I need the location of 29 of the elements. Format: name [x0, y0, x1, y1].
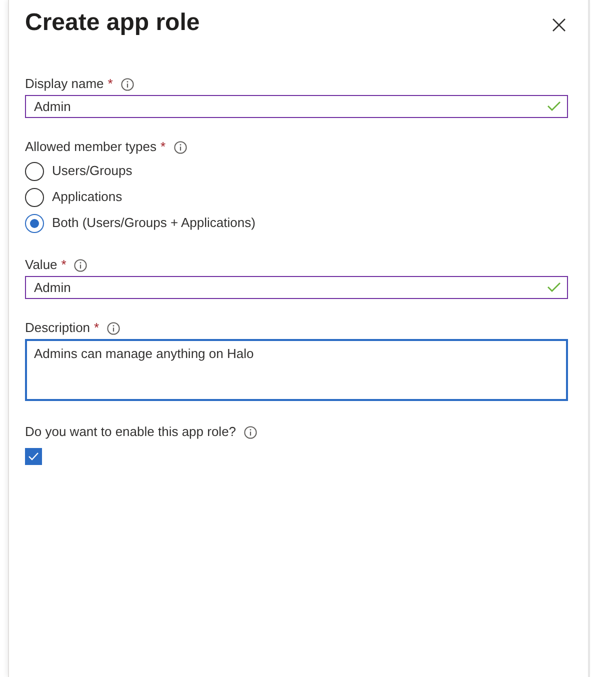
panel-title: Create app role: [25, 8, 200, 38]
required-mark: *: [108, 75, 113, 94]
field-label: Display name: [25, 75, 104, 93]
question-text: Do you want to enable this app role?: [25, 423, 236, 441]
text-field[interactable]: Admin: [25, 95, 568, 118]
radio-button[interactable]: [25, 214, 44, 232]
close-button[interactable]: [550, 16, 568, 34]
text-field[interactable]: Admin: [25, 276, 568, 299]
valid-check-icon: [547, 282, 561, 292]
required-mark: *: [61, 256, 66, 274]
info-icon[interactable]: [174, 140, 187, 154]
valid-check-icon: [547, 101, 561, 111]
radio-button[interactable]: [25, 188, 44, 206]
checkmark-icon: [28, 452, 39, 461]
field-label: Description: [25, 319, 90, 337]
radio-button[interactable]: [25, 162, 44, 180]
description-field[interactable]: Admins can manage anything on Halo: [25, 339, 568, 401]
option-label: Applications: [52, 188, 122, 206]
info-icon[interactable]: [244, 426, 258, 438]
checkbox[interactable]: [25, 448, 42, 465]
option-label: Users/Groups: [52, 162, 132, 180]
field-label: Allowed member types: [25, 138, 156, 156]
info-icon[interactable]: [74, 258, 88, 272]
info-icon[interactable]: [120, 78, 134, 90]
required-mark: *: [160, 138, 166, 156]
field-label: Value: [25, 256, 58, 274]
info-icon[interactable]: [107, 322, 120, 334]
required-mark: *: [94, 319, 100, 338]
option-label: Both (Users/Groups + Applications): [52, 214, 256, 232]
